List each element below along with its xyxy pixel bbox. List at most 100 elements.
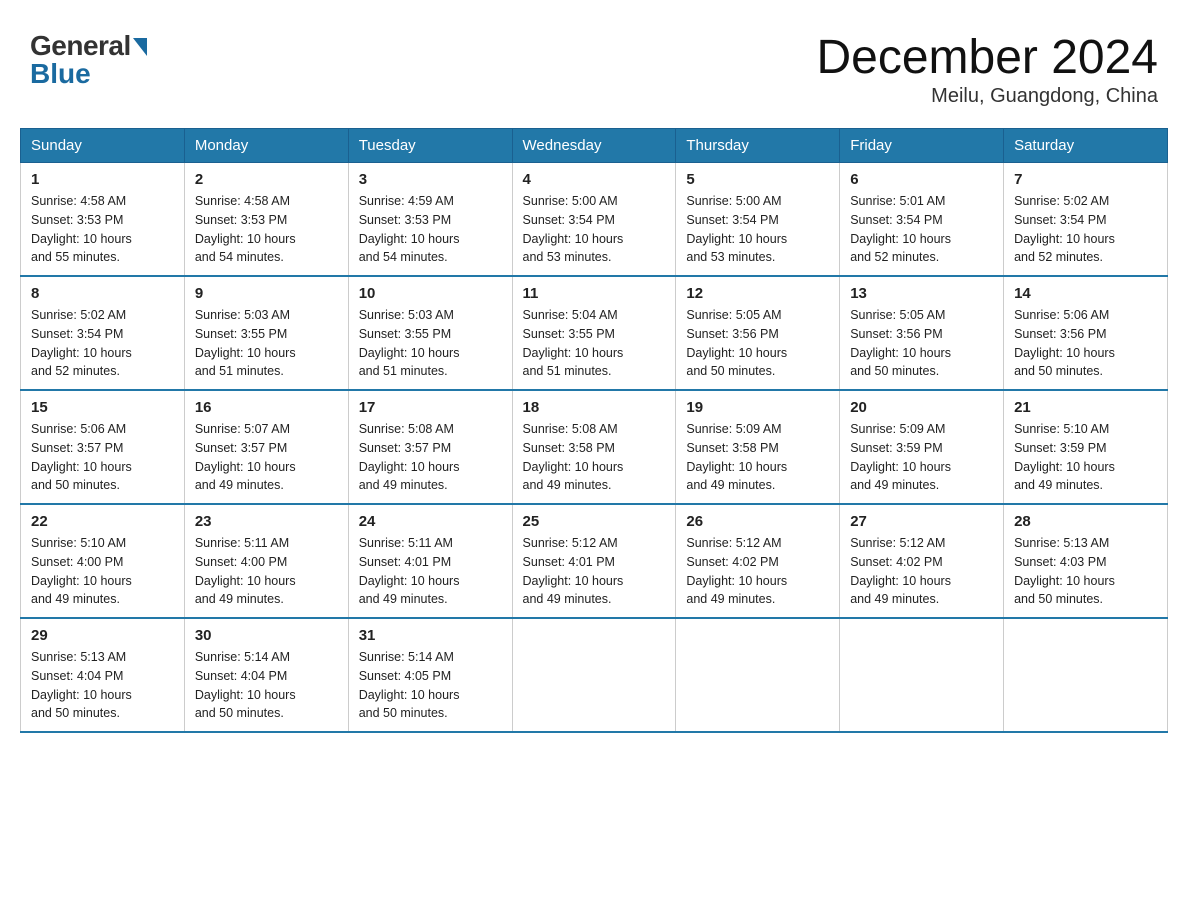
day-number: 23 (195, 513, 338, 530)
day-info: Sunrise: 5:09 AM Sunset: 3:58 PM Dayligh… (686, 420, 829, 495)
day-number: 14 (1014, 285, 1157, 302)
calendar-cell: 15 Sunrise: 5:06 AM Sunset: 3:57 PM Dayl… (21, 390, 185, 504)
day-number: 5 (686, 171, 829, 188)
day-number: 16 (195, 399, 338, 416)
day-info: Sunrise: 5:04 AM Sunset: 3:55 PM Dayligh… (523, 306, 666, 381)
day-number: 17 (359, 399, 502, 416)
day-number: 26 (686, 513, 829, 530)
day-number: 27 (850, 513, 993, 530)
calendar-cell: 28 Sunrise: 5:13 AM Sunset: 4:03 PM Dayl… (1004, 504, 1168, 618)
day-info: Sunrise: 5:10 AM Sunset: 3:59 PM Dayligh… (1014, 420, 1157, 495)
day-number: 25 (523, 513, 666, 530)
day-info: Sunrise: 5:06 AM Sunset: 3:57 PM Dayligh… (31, 420, 174, 495)
day-info: Sunrise: 4:58 AM Sunset: 3:53 PM Dayligh… (31, 192, 174, 267)
calendar-cell: 21 Sunrise: 5:10 AM Sunset: 3:59 PM Dayl… (1004, 390, 1168, 504)
day-info: Sunrise: 5:11 AM Sunset: 4:01 PM Dayligh… (359, 534, 502, 609)
day-number: 10 (359, 285, 502, 302)
week-row-2: 8 Sunrise: 5:02 AM Sunset: 3:54 PM Dayli… (21, 276, 1168, 390)
calendar-cell: 8 Sunrise: 5:02 AM Sunset: 3:54 PM Dayli… (21, 276, 185, 390)
calendar-cell: 7 Sunrise: 5:02 AM Sunset: 3:54 PM Dayli… (1004, 163, 1168, 277)
weekday-header-thursday: Thursday (676, 129, 840, 163)
week-row-3: 15 Sunrise: 5:06 AM Sunset: 3:57 PM Dayl… (21, 390, 1168, 504)
calendar-cell: 18 Sunrise: 5:08 AM Sunset: 3:58 PM Dayl… (512, 390, 676, 504)
day-info: Sunrise: 5:03 AM Sunset: 3:55 PM Dayligh… (195, 306, 338, 381)
day-info: Sunrise: 4:59 AM Sunset: 3:53 PM Dayligh… (359, 192, 502, 267)
day-info: Sunrise: 5:13 AM Sunset: 4:04 PM Dayligh… (31, 648, 174, 723)
day-number: 18 (523, 399, 666, 416)
day-info: Sunrise: 5:02 AM Sunset: 3:54 PM Dayligh… (1014, 192, 1157, 267)
day-info: Sunrise: 5:13 AM Sunset: 4:03 PM Dayligh… (1014, 534, 1157, 609)
calendar-cell: 1 Sunrise: 4:58 AM Sunset: 3:53 PM Dayli… (21, 163, 185, 277)
calendar-cell: 23 Sunrise: 5:11 AM Sunset: 4:00 PM Dayl… (184, 504, 348, 618)
page-header: General Blue December 2024 Meilu, Guangd… (20, 20, 1168, 108)
day-number: 28 (1014, 513, 1157, 530)
week-row-1: 1 Sunrise: 4:58 AM Sunset: 3:53 PM Dayli… (21, 163, 1168, 277)
day-number: 20 (850, 399, 993, 416)
calendar-cell: 11 Sunrise: 5:04 AM Sunset: 3:55 PM Dayl… (512, 276, 676, 390)
day-info: Sunrise: 5:06 AM Sunset: 3:56 PM Dayligh… (1014, 306, 1157, 381)
calendar-cell: 6 Sunrise: 5:01 AM Sunset: 3:54 PM Dayli… (840, 163, 1004, 277)
calendar-cell: 12 Sunrise: 5:05 AM Sunset: 3:56 PM Dayl… (676, 276, 840, 390)
calendar-cell: 31 Sunrise: 5:14 AM Sunset: 4:05 PM Dayl… (348, 618, 512, 732)
day-info: Sunrise: 5:14 AM Sunset: 4:05 PM Dayligh… (359, 648, 502, 723)
weekday-header-tuesday: Tuesday (348, 129, 512, 163)
day-info: Sunrise: 5:14 AM Sunset: 4:04 PM Dayligh… (195, 648, 338, 723)
calendar-table: SundayMondayTuesdayWednesdayThursdayFrid… (20, 128, 1168, 733)
day-number: 9 (195, 285, 338, 302)
day-info: Sunrise: 5:02 AM Sunset: 3:54 PM Dayligh… (31, 306, 174, 381)
day-number: 29 (31, 627, 174, 644)
day-info: Sunrise: 5:08 AM Sunset: 3:58 PM Dayligh… (523, 420, 666, 495)
day-info: Sunrise: 4:58 AM Sunset: 3:53 PM Dayligh… (195, 192, 338, 267)
calendar-cell: 14 Sunrise: 5:06 AM Sunset: 3:56 PM Dayl… (1004, 276, 1168, 390)
calendar-cell: 27 Sunrise: 5:12 AM Sunset: 4:02 PM Dayl… (840, 504, 1004, 618)
day-number: 2 (195, 171, 338, 188)
day-number: 22 (31, 513, 174, 530)
day-info: Sunrise: 5:12 AM Sunset: 4:02 PM Dayligh… (686, 534, 829, 609)
day-info: Sunrise: 5:00 AM Sunset: 3:54 PM Dayligh… (523, 192, 666, 267)
calendar-cell: 3 Sunrise: 4:59 AM Sunset: 3:53 PM Dayli… (348, 163, 512, 277)
day-info: Sunrise: 5:05 AM Sunset: 3:56 PM Dayligh… (850, 306, 993, 381)
day-info: Sunrise: 5:11 AM Sunset: 4:00 PM Dayligh… (195, 534, 338, 609)
day-number: 13 (850, 285, 993, 302)
calendar-cell: 13 Sunrise: 5:05 AM Sunset: 3:56 PM Dayl… (840, 276, 1004, 390)
calendar-cell: 5 Sunrise: 5:00 AM Sunset: 3:54 PM Dayli… (676, 163, 840, 277)
logo-blue-text: Blue (30, 58, 91, 90)
calendar-cell: 24 Sunrise: 5:11 AM Sunset: 4:01 PM Dayl… (348, 504, 512, 618)
day-number: 4 (523, 171, 666, 188)
logo-triangle-icon (133, 38, 147, 56)
day-number: 30 (195, 627, 338, 644)
day-info: Sunrise: 5:12 AM Sunset: 4:01 PM Dayligh… (523, 534, 666, 609)
calendar-cell (1004, 618, 1168, 732)
day-info: Sunrise: 5:08 AM Sunset: 3:57 PM Dayligh… (359, 420, 502, 495)
day-number: 8 (31, 285, 174, 302)
day-info: Sunrise: 5:00 AM Sunset: 3:54 PM Dayligh… (686, 192, 829, 267)
calendar-cell (512, 618, 676, 732)
day-number: 6 (850, 171, 993, 188)
day-info: Sunrise: 5:12 AM Sunset: 4:02 PM Dayligh… (850, 534, 993, 609)
logo: General Blue (30, 30, 147, 90)
calendar-cell: 25 Sunrise: 5:12 AM Sunset: 4:01 PM Dayl… (512, 504, 676, 618)
day-info: Sunrise: 5:01 AM Sunset: 3:54 PM Dayligh… (850, 192, 993, 267)
weekday-header-row: SundayMondayTuesdayWednesdayThursdayFrid… (21, 129, 1168, 163)
calendar-cell: 26 Sunrise: 5:12 AM Sunset: 4:02 PM Dayl… (676, 504, 840, 618)
calendar-cell: 10 Sunrise: 5:03 AM Sunset: 3:55 PM Dayl… (348, 276, 512, 390)
weekday-header-wednesday: Wednesday (512, 129, 676, 163)
weekday-header-saturday: Saturday (1004, 129, 1168, 163)
day-number: 21 (1014, 399, 1157, 416)
day-number: 12 (686, 285, 829, 302)
month-title: December 2024 (816, 30, 1158, 85)
day-info: Sunrise: 5:05 AM Sunset: 3:56 PM Dayligh… (686, 306, 829, 381)
weekday-header-monday: Monday (184, 129, 348, 163)
location: Meilu, Guangdong, China (816, 85, 1158, 108)
day-info: Sunrise: 5:09 AM Sunset: 3:59 PM Dayligh… (850, 420, 993, 495)
day-number: 3 (359, 171, 502, 188)
calendar-cell (840, 618, 1004, 732)
day-number: 11 (523, 285, 666, 302)
weekday-header-friday: Friday (840, 129, 1004, 163)
calendar-cell: 22 Sunrise: 5:10 AM Sunset: 4:00 PM Dayl… (21, 504, 185, 618)
calendar-cell (676, 618, 840, 732)
day-info: Sunrise: 5:10 AM Sunset: 4:00 PM Dayligh… (31, 534, 174, 609)
calendar-cell: 29 Sunrise: 5:13 AM Sunset: 4:04 PM Dayl… (21, 618, 185, 732)
calendar-cell: 4 Sunrise: 5:00 AM Sunset: 3:54 PM Dayli… (512, 163, 676, 277)
week-row-5: 29 Sunrise: 5:13 AM Sunset: 4:04 PM Dayl… (21, 618, 1168, 732)
